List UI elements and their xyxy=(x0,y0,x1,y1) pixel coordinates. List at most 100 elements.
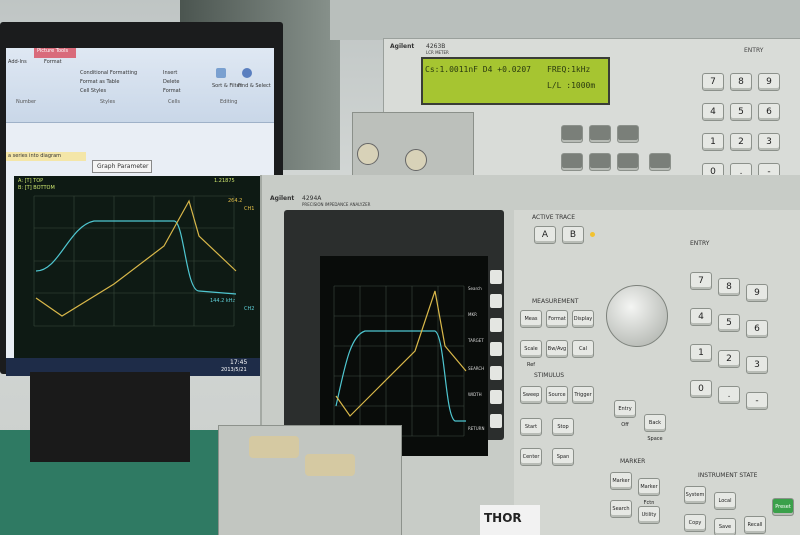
picture-tools-label: Picture Tools xyxy=(37,48,69,54)
fixture-clamp-right[interactable] xyxy=(305,454,355,476)
ribbon-cell-styles[interactable]: Cell Styles xyxy=(80,88,106,94)
clock-time: 17:45 xyxy=(230,359,248,366)
vna-key-4[interactable]: 4 xyxy=(690,308,712,326)
softkey-button[interactable] xyxy=(490,270,502,284)
stop-key[interactable]: Stop xyxy=(552,418,574,436)
save-key[interactable]: Save xyxy=(714,518,736,535)
rotary-knob[interactable] xyxy=(606,285,668,347)
vna-key-9[interactable]: 9 xyxy=(746,284,768,302)
fixture-knob-left[interactable] xyxy=(357,143,379,165)
active-trace-label: ACTIVE TRACE xyxy=(532,214,575,221)
excel-trace-cyan xyxy=(35,220,237,295)
vna-control-panel: ACTIVE TRACE A B ENTRY MEASUREMENT Meas … xyxy=(514,210,800,535)
softkey-search2: SEARCH xyxy=(468,366,485,371)
ribbon-delete[interactable]: Delete xyxy=(163,79,179,85)
lcr-key-2[interactable]: 2 xyxy=(730,133,752,151)
start-key[interactable]: Start xyxy=(520,418,542,436)
softkey-button[interactable] xyxy=(490,414,502,428)
vna-key-0[interactable]: 0 xyxy=(690,380,712,398)
trace-a-key[interactable]: A xyxy=(534,226,556,244)
span-key[interactable]: Span xyxy=(552,448,574,466)
vna-key-6[interactable]: 6 xyxy=(746,320,768,338)
lcr-func-key[interactable] xyxy=(649,153,671,171)
ribbon-find[interactable]: Find & Select xyxy=(238,83,271,89)
lcr-entry-label: ENTRY xyxy=(744,47,764,54)
ribbon-format-table[interactable]: Format as Table xyxy=(80,79,119,85)
ribbon-cells-group: Cells xyxy=(168,99,180,105)
softkey-button[interactable] xyxy=(490,318,502,332)
ribbon-format[interactable]: Format xyxy=(163,88,181,94)
scale-ref-key[interactable]: Scale Ref xyxy=(520,340,542,368)
lcr-key-6[interactable]: 6 xyxy=(758,103,780,121)
ribbon-conditional[interactable]: Conditional Formatting xyxy=(80,70,137,76)
format-key[interactable]: Format xyxy=(546,310,568,328)
vna-key-dot[interactable]: . xyxy=(718,386,740,404)
lcr-key-8[interactable]: 8 xyxy=(730,73,752,91)
marker-key[interactable]: Marker xyxy=(610,472,632,490)
vna-key-2[interactable]: 2 xyxy=(718,350,740,368)
lcr-key-3[interactable]: 3 xyxy=(758,133,780,151)
graph-parameter-button[interactable]: Graph Parameter xyxy=(92,160,152,173)
lcr-key-7[interactable]: 7 xyxy=(702,73,724,91)
ribbon-styles-group: Styles xyxy=(100,99,116,105)
vna-key-3[interactable]: 3 xyxy=(746,356,768,374)
lcr-key-4[interactable]: 4 xyxy=(702,103,724,121)
vna-trace-yellow xyxy=(335,290,467,417)
tab-format[interactable]: Format xyxy=(44,59,62,65)
lcr-func-key[interactable] xyxy=(589,153,611,171)
vna-key-7[interactable]: 7 xyxy=(690,272,712,290)
copy-key[interactable]: Copy xyxy=(684,514,706,532)
system-key[interactable]: System xyxy=(684,486,706,504)
center-key[interactable]: Center xyxy=(520,448,542,466)
ribbon-number-group: Number xyxy=(16,99,37,105)
monitor-stand xyxy=(30,372,190,462)
lcr-key-1[interactable]: 1 xyxy=(702,133,724,151)
lcr-key-9[interactable]: 9 xyxy=(758,73,780,91)
lcr-func-key[interactable] xyxy=(589,125,611,143)
lcr-key-5[interactable]: 5 xyxy=(730,103,752,121)
excel-plot-traces xyxy=(33,195,237,327)
photo-stage: Picture Tools Add-Ins Format Conditional… xyxy=(0,0,800,535)
vna-key-5[interactable]: 5 xyxy=(718,314,740,332)
vna-key-1[interactable]: 1 xyxy=(690,344,712,362)
softkey-button[interactable] xyxy=(490,342,502,356)
lcr-model-desc: LCR METER xyxy=(426,50,449,55)
fixture-clamp-left[interactable] xyxy=(249,436,299,458)
measurement-label: MEASUREMENT xyxy=(532,298,579,305)
utility-key[interactable]: Utility xyxy=(638,506,660,524)
vna-key-8[interactable]: 8 xyxy=(718,278,740,296)
picture-tools-tab[interactable]: Picture Tools xyxy=(34,48,76,58)
trace-b-key[interactable]: B xyxy=(562,226,584,244)
preset-key[interactable]: Preset xyxy=(772,498,794,516)
lcr-lcd-line1: Cs:1.0011nF D4 +0.0207 xyxy=(425,65,531,74)
local-key[interactable]: Local xyxy=(714,492,736,510)
recall-key[interactable]: Recall xyxy=(744,516,766,534)
vna-softkeys xyxy=(490,270,504,440)
cal-key[interactable]: Cal xyxy=(572,340,594,358)
bw-avg-key[interactable]: Bw/Avg xyxy=(546,340,568,358)
fixture-knob-right[interactable] xyxy=(405,149,427,171)
meas-key[interactable]: Meas xyxy=(520,310,542,328)
tab-addins[interactable]: Add-Ins xyxy=(8,59,27,65)
lcr-func-key[interactable] xyxy=(617,125,639,143)
sweep-key[interactable]: Sweep xyxy=(520,386,542,404)
back-space-key[interactable]: Back Space xyxy=(644,414,666,442)
vna-numeric-keypad: 7 8 9 4 5 6 1 2 3 0 . - xyxy=(690,272,800,422)
lcr-func-key[interactable] xyxy=(561,125,583,143)
marker-fctn-key[interactable]: Marker Fctn xyxy=(638,478,660,506)
softkey-button[interactable] xyxy=(490,366,502,380)
sheet-banner: a series into diagram xyxy=(6,152,86,161)
trigger-key[interactable]: Trigger xyxy=(572,386,594,404)
softkey-mkr: MKR xyxy=(468,312,477,317)
vna-grid xyxy=(333,285,465,437)
softkey-button[interactable] xyxy=(490,294,502,308)
lcr-func-key[interactable] xyxy=(617,153,639,171)
search-key[interactable]: Search xyxy=(610,500,632,518)
softkey-button[interactable] xyxy=(490,390,502,404)
vna-key-minus[interactable]: - xyxy=(746,392,768,410)
lcr-func-key[interactable] xyxy=(561,153,583,171)
display-key[interactable]: Display xyxy=(572,310,594,328)
source-key[interactable]: Source xyxy=(546,386,568,404)
entry-off-key[interactable]: Entry Off xyxy=(614,400,636,428)
ribbon-insert[interactable]: Insert xyxy=(163,70,177,76)
